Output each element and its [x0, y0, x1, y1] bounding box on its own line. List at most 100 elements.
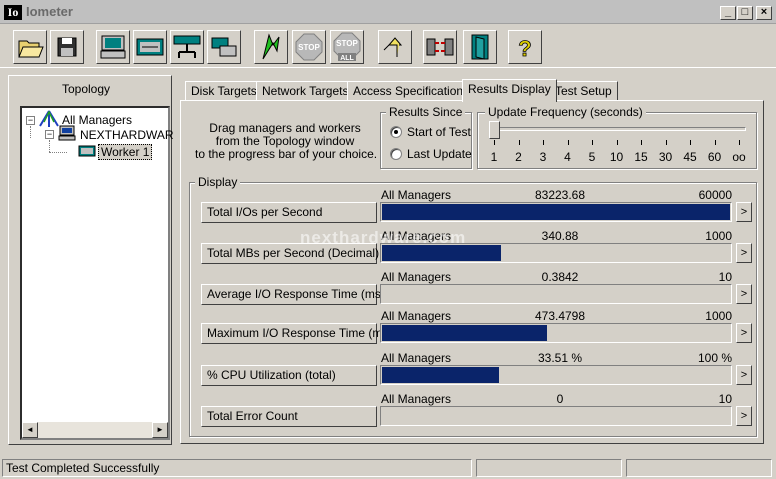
metric-source-label: All Managers: [381, 351, 452, 365]
all-managers-icon: [39, 110, 59, 127]
worker-icon: [78, 145, 96, 157]
tree-line: [49, 140, 50, 152]
frequency-tick-label: 60: [707, 150, 722, 164]
question-mark-icon: ?: [518, 36, 532, 62]
help-question-mark: ?: [518, 36, 531, 61]
start-tests-button[interactable]: [254, 30, 288, 64]
new-network-worker-button[interactable]: [170, 30, 204, 64]
metric-options-arrow-icon[interactable]: >: [736, 243, 752, 263]
stop-all-sign-label: STOP: [336, 39, 358, 48]
tab-network-targets[interactable]: Network Targets: [256, 81, 355, 101]
reset-workers-button[interactable]: [378, 30, 412, 64]
start-of-test-radio[interactable]: [390, 126, 402, 138]
status-message: Test Completed Successfully: [2, 459, 472, 477]
update-frequency-slider-thumb[interactable]: [489, 121, 500, 139]
display-title: Display: [195, 175, 241, 189]
metric-options-arrow-icon[interactable]: >: [736, 406, 752, 426]
stop-all-sublabel: ALL: [340, 55, 354, 62]
frequency-tick-label: 30: [658, 150, 673, 164]
frequency-tick-label: 2: [515, 150, 522, 164]
metric-source-label: All Managers: [381, 309, 452, 323]
open-config-button[interactable]: [13, 30, 47, 64]
metric-max: 10: [718, 392, 732, 406]
metric-max: 100 %: [697, 351, 732, 365]
title-bar[interactable]: Io Iometer _ □ ×: [0, 0, 776, 24]
tree-item-worker-1[interactable]: Worker 1: [98, 144, 153, 160]
stop-all-sign-icon: STOP ALL: [333, 32, 361, 62]
metric-select-button[interactable]: Total I/Os per Second: [201, 202, 377, 223]
frequency-tick-label: 1: [490, 150, 498, 164]
last-update-label[interactable]: Last Update: [407, 147, 472, 161]
manager-computer-icon: [58, 125, 76, 141]
frequency-tick-mark: [690, 140, 691, 145]
folder-open-icon: [18, 40, 44, 58]
metric-select-button[interactable]: Total Error Count: [201, 406, 377, 427]
tab-test-setup[interactable]: Test Setup: [549, 81, 618, 101]
metric-select-button[interactable]: Average I/O Response Time (ms): [201, 284, 385, 305]
frequency-tick-label: 45: [683, 150, 697, 164]
frequency-tick-mark: [494, 140, 495, 145]
frequency-tick-mark: [641, 140, 642, 145]
metric-options-arrow-icon[interactable]: >: [736, 284, 752, 304]
topology-tree[interactable]: − All Managers − NEXTHARDWAR Worker 1 ◄ …: [20, 106, 174, 440]
stop-sign-icon: STOP: [295, 33, 323, 61]
disconnect-button[interactable]: [423, 30, 457, 64]
metric-options-arrow-icon[interactable]: >: [736, 365, 752, 385]
metric-value: 0: [556, 392, 564, 406]
tree-line: [49, 152, 67, 153]
metric-progress-bar[interactable]: [380, 284, 732, 304]
scroll-left-arrow-icon[interactable]: ◄: [22, 422, 38, 438]
help-button[interactable]: ?: [508, 30, 542, 64]
expand-manager-toggle[interactable]: −: [45, 130, 54, 139]
tab-disk-targets[interactable]: Disk Targets: [185, 81, 263, 101]
expand-all-managers-toggle[interactable]: −: [26, 116, 35, 125]
window-title: Iometer: [26, 4, 73, 19]
minimize-button[interactable]: _: [720, 6, 736, 20]
topology-horizontal-scrollbar[interactable]: ◄ ►: [22, 422, 168, 438]
metric-progress-bar[interactable]: [380, 406, 732, 426]
status-panel-3: [626, 459, 772, 477]
save-config-button[interactable]: [50, 30, 84, 64]
duplicate-worker-button[interactable]: [207, 30, 241, 64]
metric-options-arrow-icon[interactable]: >: [736, 323, 752, 343]
metric-progress-bar[interactable]: [380, 323, 732, 343]
new-disk-worker-button[interactable]: [133, 30, 167, 64]
disconnect-icon: [426, 38, 454, 56]
scroll-right-arrow-icon[interactable]: ►: [152, 422, 168, 438]
status-panel-2: [476, 459, 622, 477]
frequency-tick-mark: [714, 140, 716, 145]
metric-options-arrow-icon[interactable]: >: [736, 202, 752, 222]
results-since-title: Results Since: [386, 105, 466, 119]
stop-button[interactable]: STOP: [292, 30, 326, 64]
metric-source-label: All Managers: [381, 188, 452, 202]
show-results-button[interactable]: [96, 30, 130, 64]
tab-access-specifications[interactable]: Access Specifications: [347, 81, 476, 101]
frequency-tick-label: 10: [609, 150, 624, 164]
drag-instructions: Drag managers and workers from the Topol…: [195, 122, 377, 161]
metric-progress-fill: [382, 204, 730, 220]
frequency-tick-label: 3: [539, 150, 547, 164]
metric-value: 0.3842: [541, 270, 579, 284]
exit-door-icon: [471, 34, 489, 60]
frequency-tick-mark: [592, 140, 593, 145]
metric-value: 83223.68: [534, 188, 586, 202]
metric-source-label: All Managers: [381, 270, 452, 284]
metric-select-button[interactable]: Maximum I/O Response Time (ms): [201, 323, 392, 344]
maximize-button[interactable]: □: [737, 6, 753, 20]
last-update-radio[interactable]: [390, 148, 402, 160]
metric-value: 33.51 %: [537, 351, 583, 365]
metric-progress-bar[interactable]: [380, 202, 732, 222]
metric-select-button[interactable]: % CPU Utilization (total): [201, 365, 377, 386]
metric-progress-fill: [382, 325, 547, 341]
disk-worker-icon: [136, 38, 164, 56]
update-frequency-slider-track[interactable]: [492, 127, 746, 131]
metric-progress-bar[interactable]: [380, 365, 732, 385]
exit-button[interactable]: [463, 30, 497, 64]
stop-all-button[interactable]: STOP ALL: [330, 30, 364, 64]
tree-item-manager[interactable]: NEXTHARDWAR: [80, 128, 174, 142]
tree-line: [30, 126, 31, 138]
start-of-test-label[interactable]: Start of Test: [407, 125, 471, 139]
close-button[interactable]: ×: [756, 6, 772, 20]
tab-results-display[interactable]: Results Display: [462, 79, 557, 102]
stop-sign-label: STOP: [298, 43, 320, 52]
